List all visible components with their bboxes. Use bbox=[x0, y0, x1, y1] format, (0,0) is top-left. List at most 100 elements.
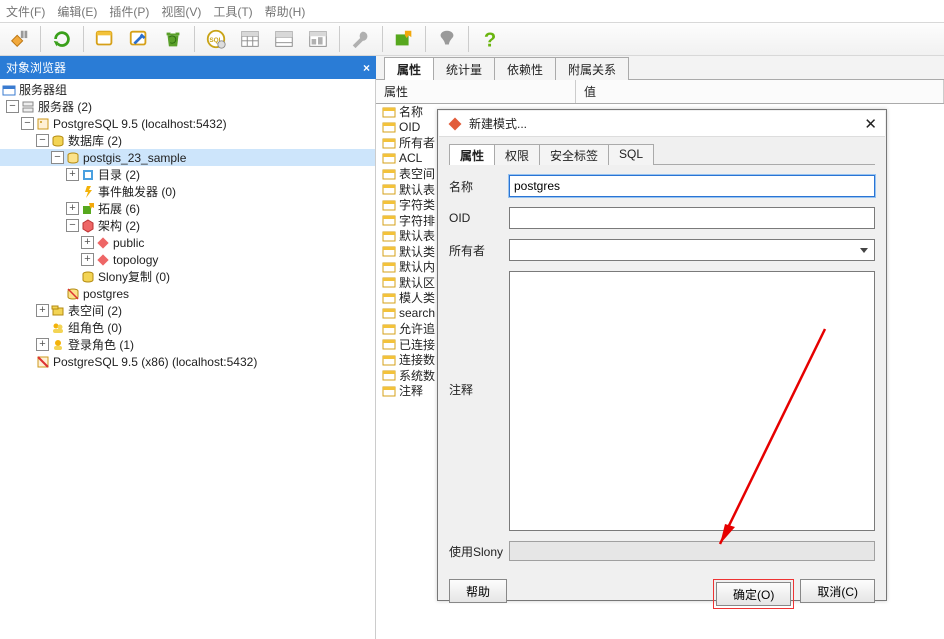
tree-db-postgres[interactable]: postgres bbox=[83, 287, 129, 301]
tree-pg95-x86[interactable]: PostgreSQL 9.5 (x86) (localhost:5432) bbox=[53, 355, 257, 369]
server-disconnected-icon bbox=[36, 355, 50, 369]
menu-view[interactable]: 视图(V) bbox=[161, 3, 201, 20]
menu-file[interactable]: 文件(F) bbox=[6, 3, 45, 20]
property-icon bbox=[382, 353, 396, 367]
server-icon bbox=[36, 117, 50, 131]
property-label: 默认表 bbox=[399, 181, 435, 198]
sql-query-icon[interactable]: SQL bbox=[201, 25, 231, 53]
tree-tablespaces[interactable]: 表空间 (2) bbox=[68, 302, 122, 319]
slony-icon bbox=[81, 270, 95, 284]
expand-toggle[interactable]: + bbox=[66, 168, 79, 181]
close-icon[interactable]: ✕ bbox=[864, 115, 877, 133]
cancel-button[interactable]: 取消(C) bbox=[800, 579, 875, 603]
comment-textarea[interactable] bbox=[509, 271, 875, 531]
menu-plugins[interactable]: 插件(P) bbox=[109, 3, 149, 20]
tree-slony[interactable]: Slony复制 (0) bbox=[98, 268, 170, 285]
dialog-tab-properties[interactable]: 属性 bbox=[449, 144, 495, 165]
triggers-icon bbox=[81, 185, 95, 199]
help-button[interactable]: 帮助 bbox=[449, 579, 507, 603]
servers-icon bbox=[21, 100, 35, 114]
expand-toggle[interactable]: − bbox=[51, 151, 64, 164]
property-label: ACL bbox=[399, 151, 422, 165]
catalogs-icon bbox=[81, 168, 95, 182]
tree-root[interactable]: 服务器组 bbox=[19, 81, 67, 98]
tab-dependents[interactable]: 附属关系 bbox=[555, 57, 629, 80]
table-icon[interactable] bbox=[269, 25, 299, 53]
right-tabbar: 属性 统计量 依赖性 附属关系 bbox=[376, 56, 944, 80]
property-icon bbox=[382, 167, 396, 181]
object-tree[interactable]: 服务器组 − 服务器 (2) − PostgreSQL 9.5 (localho… bbox=[0, 79, 376, 639]
expand-toggle[interactable]: + bbox=[36, 304, 49, 317]
grid-icon[interactable] bbox=[235, 25, 265, 53]
tree-login-roles[interactable]: 登录角色 (1) bbox=[68, 336, 134, 353]
tree-db-sample[interactable]: postgis_23_sample bbox=[83, 151, 186, 165]
property-icon bbox=[382, 182, 396, 196]
property-label: 注释 bbox=[399, 382, 423, 399]
tree-extensions[interactable]: 拓展 (6) bbox=[98, 200, 140, 217]
tree-databases[interactable]: 数据库 (2) bbox=[68, 132, 122, 149]
property-icon bbox=[382, 120, 396, 134]
expand-toggle[interactable]: − bbox=[6, 100, 19, 113]
props-header: 属性 值 bbox=[376, 80, 944, 104]
property-icon bbox=[382, 337, 396, 351]
tablespaces-icon bbox=[51, 304, 65, 318]
ok-button[interactable]: 确定(O) bbox=[716, 582, 791, 606]
property-label: 已连接 bbox=[399, 336, 435, 353]
expand-toggle[interactable]: + bbox=[66, 202, 79, 215]
tree-pg95[interactable]: PostgreSQL 9.5 (localhost:5432) bbox=[53, 117, 227, 131]
menu-help[interactable]: 帮助(H) bbox=[265, 3, 306, 20]
new-schema-dialog: 新建模式... ✕ 属性 权限 安全标签 SQL 名称 OID 所有者 注释 bbox=[437, 109, 887, 601]
plug-icon[interactable] bbox=[4, 25, 34, 53]
tab-dependencies[interactable]: 依赖性 bbox=[494, 57, 556, 80]
tab-statistics[interactable]: 统计量 bbox=[433, 57, 495, 80]
menu-tools[interactable]: 工具(T) bbox=[213, 3, 252, 20]
help-icon[interactable]: ? bbox=[475, 25, 505, 53]
expand-toggle[interactable]: − bbox=[36, 134, 49, 147]
properties-icon[interactable] bbox=[90, 25, 120, 53]
expand-toggle[interactable]: + bbox=[36, 338, 49, 351]
extensions-icon bbox=[81, 202, 95, 216]
oid-input[interactable] bbox=[509, 207, 875, 229]
property-label: 字符类 bbox=[399, 196, 435, 213]
wrench-icon[interactable] bbox=[346, 25, 376, 53]
schemas-icon bbox=[81, 219, 95, 233]
property-label: 模人类 bbox=[399, 289, 435, 306]
create-icon[interactable] bbox=[124, 25, 154, 53]
property-label: search bbox=[399, 306, 435, 320]
schema-icon bbox=[447, 116, 463, 132]
slony-label: 使用Slony bbox=[449, 543, 509, 560]
tree-group-roles[interactable]: 组角色 (0) bbox=[68, 319, 122, 336]
dialog-tab-sql[interactable]: SQL bbox=[608, 144, 654, 165]
plugin-icon[interactable] bbox=[389, 25, 419, 53]
tree-schemas[interactable]: 架构 (2) bbox=[98, 217, 140, 234]
dialog-title: 新建模式... bbox=[469, 115, 864, 132]
dialog-tab-security[interactable]: 安全标签 bbox=[539, 144, 609, 165]
tree-catalogs[interactable]: 目录 (2) bbox=[98, 166, 140, 183]
expand-toggle[interactable]: + bbox=[81, 236, 94, 249]
expand-toggle[interactable]: − bbox=[66, 219, 79, 232]
name-input[interactable] bbox=[509, 175, 875, 197]
expand-toggle[interactable]: − bbox=[21, 117, 34, 130]
trash-icon[interactable] bbox=[158, 25, 188, 53]
tree-schema-topology[interactable]: topology bbox=[113, 253, 158, 267]
expand-toggle[interactable]: + bbox=[81, 253, 94, 266]
tab-properties[interactable]: 属性 bbox=[384, 57, 434, 80]
tree-schema-public[interactable]: public bbox=[113, 236, 144, 250]
report-icon[interactable] bbox=[303, 25, 333, 53]
menu-edit[interactable]: 编辑(E) bbox=[57, 3, 97, 20]
toolbar: SQL ? bbox=[0, 22, 944, 56]
tree-event-triggers[interactable]: 事件触发器 (0) bbox=[98, 183, 176, 200]
property-icon bbox=[382, 306, 396, 320]
servergroup-icon bbox=[2, 83, 16, 97]
property-label: 名称 bbox=[399, 104, 423, 120]
refresh-icon[interactable] bbox=[47, 25, 77, 53]
dialog-tab-privileges[interactable]: 权限 bbox=[494, 144, 540, 165]
filter-icon[interactable] bbox=[432, 25, 462, 53]
login-roles-icon bbox=[51, 338, 65, 352]
property-icon bbox=[382, 136, 396, 150]
tree-servers[interactable]: 服务器 (2) bbox=[38, 98, 92, 115]
close-icon[interactable]: × bbox=[363, 61, 370, 75]
owner-select[interactable] bbox=[509, 239, 875, 261]
property-label: OID bbox=[399, 120, 420, 134]
property-label: 默认表 bbox=[399, 227, 435, 244]
